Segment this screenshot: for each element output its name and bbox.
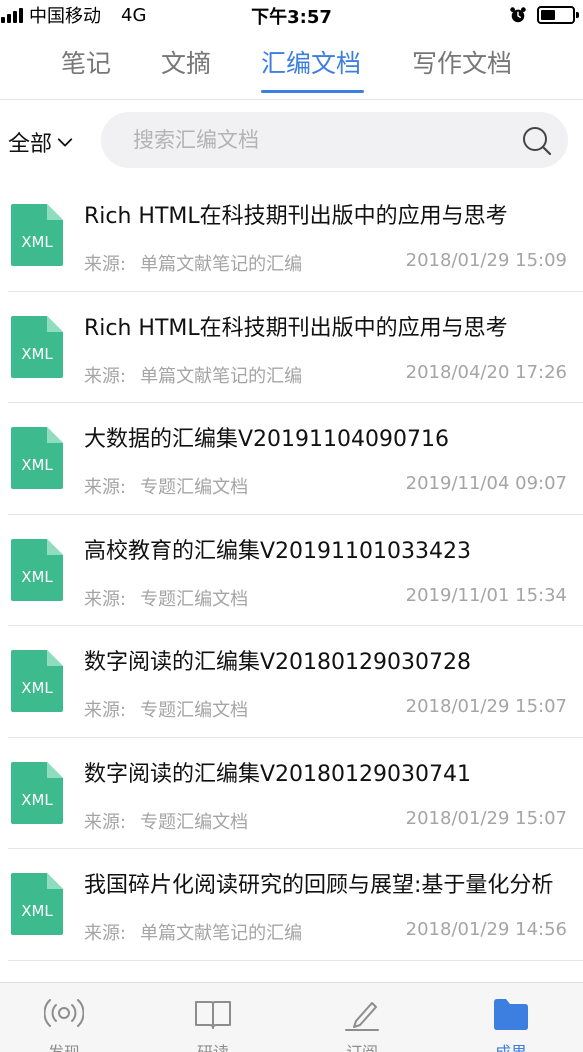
- document-date: 2018/01/29 15:07: [405, 807, 567, 829]
- battery-icon: [537, 6, 579, 24]
- document-title: Rich HTML在科技期刊出版中的应用与思考: [84, 315, 508, 341]
- xml-file-label: XML: [21, 345, 53, 363]
- list-item[interactable]: XML Rich HTML在科技期刊出版中的应用与思考来源: 单篇文献笔记的汇编 20…: [0, 292, 583, 404]
- document-source: 来源: 单篇文献笔记的汇编: [84, 362, 302, 388]
- category-dropdown-label: 全部: [8, 132, 53, 157]
- document-title: 数字阅读的汇编集V20180129030728: [84, 650, 472, 675]
- source-value: 单篇文献笔记的汇编: [140, 254, 303, 275]
- search-box[interactable]: [101, 112, 568, 168]
- bottom-navigation: 发现 研读 订阅 成果: [0, 982, 583, 1052]
- source-label: 来源:: [84, 365, 127, 387]
- document-date: 2019/11/04 09:07: [405, 473, 567, 494]
- nav-study[interactable]: 研读: [153, 983, 273, 1052]
- tab-excerpts[interactable]: 文摘: [161, 44, 211, 80]
- document-date: 2019/11/01 15:34: [405, 584, 567, 606]
- document-title: 高校教育的汇编集V20191101033423: [84, 538, 472, 564]
- alarm-clock-icon: [510, 7, 526, 23]
- tab-notes[interactable]: 笔记: [61, 44, 111, 80]
- nav-results-label: 成果: [451, 1039, 571, 1052]
- chevron-down-icon: [57, 138, 73, 147]
- xml-file-icon: XML: [11, 873, 63, 935]
- document-source: 来源: 专题汇编文档: [84, 473, 248, 499]
- search-icon[interactable]: [520, 124, 554, 158]
- status-time: 下午3:57: [251, 7, 332, 28]
- status-bar: 中国移动 4G 下午3:57: [0, 0, 583, 30]
- top-tabs: 笔记 文摘 汇编文档 写作文档: [0, 30, 583, 100]
- xml-file-icon: XML: [11, 538, 63, 601]
- list-item[interactable]: XML 高校教育的汇编集V20191101033423 来源: 专题汇编文档 2019/…: [0, 515, 583, 627]
- document-source: 来源: 专题汇编文档: [84, 696, 248, 722]
- signal-waves-icon: [44, 999, 84, 1027]
- source-value: 专题汇编文档: [140, 811, 249, 833]
- nav-results[interactable]: 成果: [451, 983, 571, 1052]
- xml-file-label: XML: [21, 456, 53, 474]
- category-dropdown[interactable]: 全部: [8, 126, 74, 158]
- search-input[interactable]: [133, 124, 503, 156]
- xml-file-icon: XML: [11, 315, 63, 378]
- document-title: 我国碎片化阅读研究的回顾与展望:基于量化分析: [84, 873, 554, 898]
- source-label: 来源:: [84, 588, 127, 610]
- xml-file-label: XML: [21, 233, 53, 251]
- xml-file-icon: XML: [11, 761, 63, 824]
- nav-study-label: 研读: [153, 1039, 273, 1052]
- tab-writing-docs[interactable]: 写作文档: [412, 44, 512, 80]
- document-source: 来源: 单篇文献笔记的汇编: [84, 919, 302, 945]
- document-date: 2018/01/29 15:09: [405, 250, 567, 271]
- source-value: 单篇文献笔记的汇编: [140, 923, 303, 944]
- source-value: 专题汇编文档: [140, 588, 249, 610]
- pen-icon: [345, 1002, 379, 1031]
- source-label: 来源:: [84, 254, 127, 275]
- list-item[interactable]: XML 我国碎片化阅读研究的回顾与展望:基于量化分析来源: 单篇文献笔记的汇编 201…: [0, 849, 583, 961]
- source-value: 专题汇编文档: [140, 477, 249, 498]
- document-source: 来源: 专题汇编文档: [84, 808, 248, 834]
- folder-icon: [494, 999, 528, 1030]
- list-item[interactable]: XML Rich HTML在科技期刊出版中的应用与思考来源: 单篇文献笔记的汇编 20…: [0, 180, 583, 292]
- list-item[interactable]: XML 数字阅读的汇编集V20180129030741 来源: 专题汇编文档 2018/…: [0, 738, 583, 850]
- xml-file-label: XML: [21, 679, 53, 697]
- source-value: 专题汇编文档: [140, 700, 249, 721]
- nav-discover-label: 发现: [4, 1039, 124, 1052]
- source-value: 单篇文献笔记的汇编: [140, 365, 303, 387]
- source-label: 来源:: [84, 477, 127, 498]
- xml-file-label: XML: [21, 568, 53, 586]
- list-item[interactable]: XML 大数据的汇编集V20191104090716 来源: 专题汇编文档 2019/1…: [0, 403, 583, 515]
- document-title: Rich HTML在科技期刊出版中的应用与思考: [84, 204, 508, 229]
- xml-file-icon: XML: [11, 427, 63, 489]
- document-date: 2018/01/29 15:07: [405, 696, 567, 717]
- active-tab-indicator: [261, 90, 364, 93]
- xml-file-label: XML: [21, 791, 53, 809]
- status-right: [509, 4, 579, 26]
- document-source: 来源: 专题汇编文档: [84, 585, 248, 611]
- nav-subscribe-label: 订阅: [302, 1039, 422, 1052]
- nav-subscribe[interactable]: 订阅: [302, 983, 422, 1052]
- filter-bar: 全部: [0, 110, 583, 172]
- xml-file-icon: XML: [11, 650, 63, 712]
- source-label: 来源:: [84, 923, 127, 944]
- document-date: 2018/04/20 17:26: [405, 361, 567, 383]
- document-title: 大数据的汇编集V20191104090716: [84, 427, 450, 452]
- source-label: 来源:: [84, 700, 127, 721]
- xml-file-label: XML: [21, 902, 53, 920]
- document-date: 2018/01/29 14:56: [405, 919, 567, 940]
- document-title: 数字阅读的汇编集V20180129030741: [84, 761, 472, 787]
- source-label: 来源:: [84, 811, 127, 833]
- nav-discover[interactable]: 发现: [4, 983, 124, 1052]
- document-list: XML Rich HTML在科技期刊出版中的应用与思考 来源: 单篇文献笔记的汇编 20…: [0, 180, 583, 961]
- book-icon: [195, 1001, 231, 1029]
- tab-compiled-docs[interactable]: 汇编文档: [261, 44, 361, 80]
- document-source: 来源: 单篇文献笔记的汇编: [84, 250, 302, 276]
- list-item[interactable]: XML 数字阅读的汇编集V20180129030728 来源: 专题汇编文档 2018/…: [0, 626, 583, 738]
- xml-file-icon: XML: [11, 204, 63, 266]
